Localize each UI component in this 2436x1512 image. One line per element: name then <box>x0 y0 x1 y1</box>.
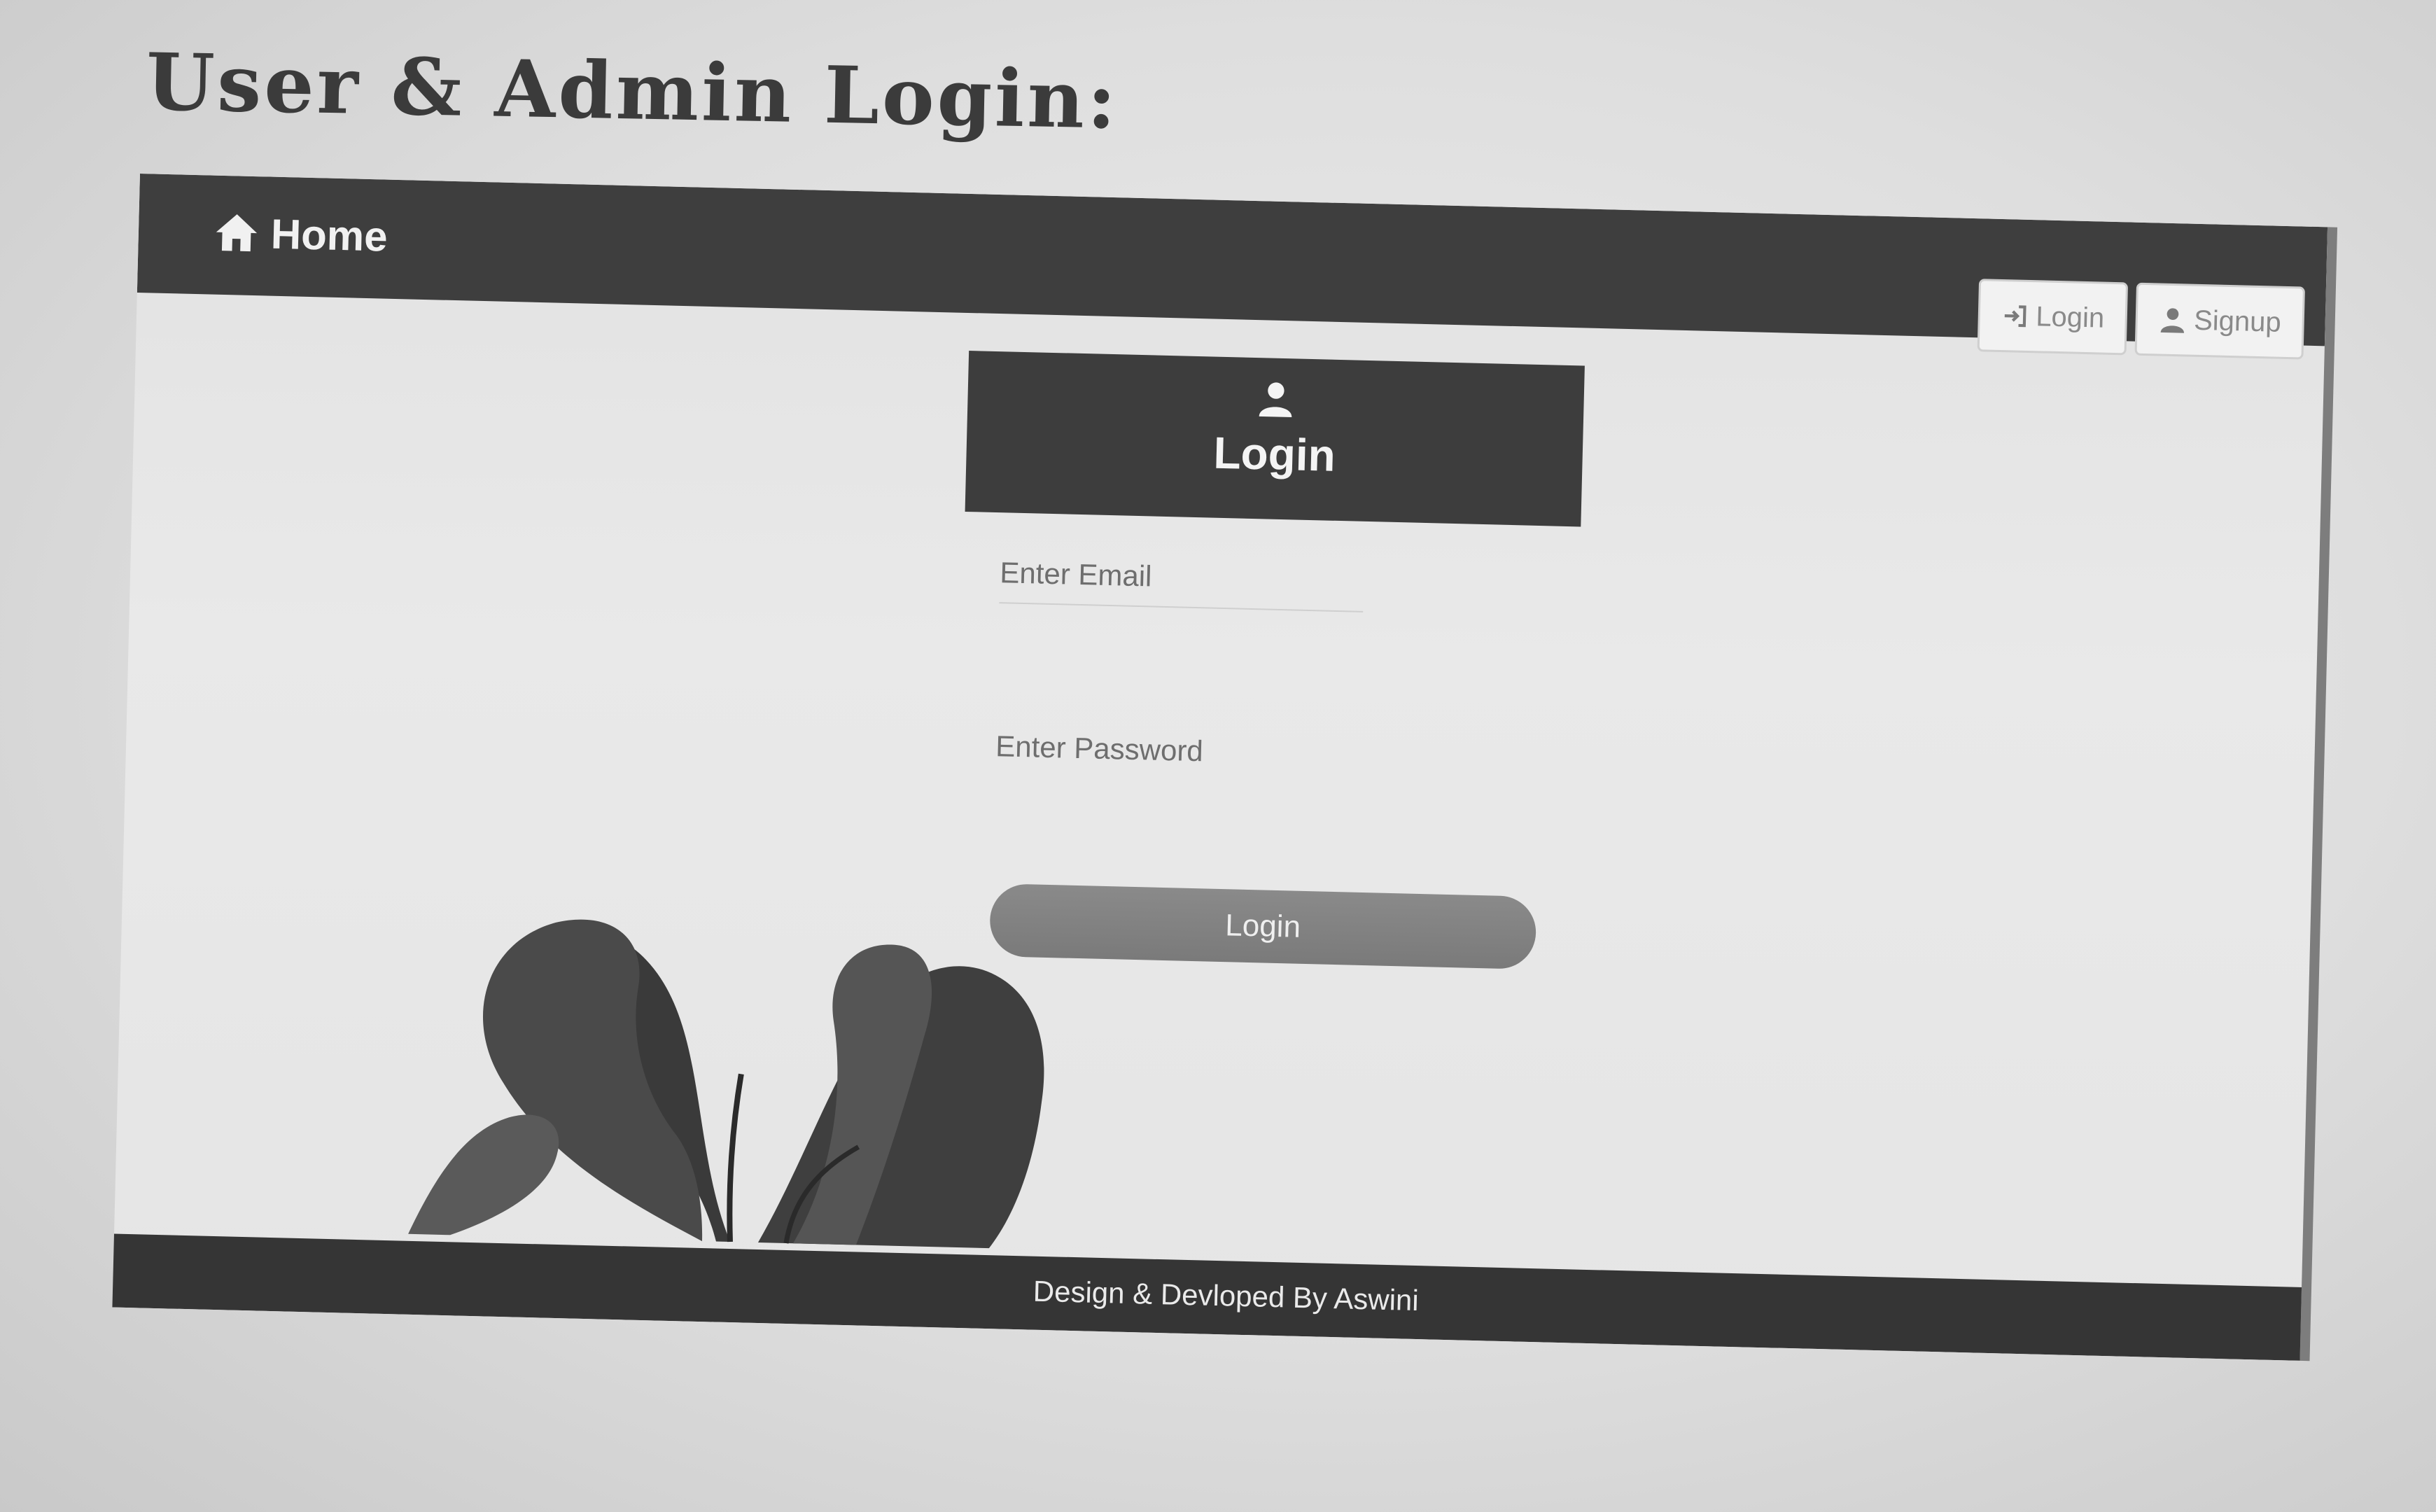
home-icon <box>216 214 258 252</box>
footer: Design & Devloped By Aswini <box>112 1233 2338 1362</box>
nav-buttons: Login Signup <box>1977 279 2305 360</box>
navbar: Home Login Signup <box>136 174 2328 360</box>
login-card-title: Login <box>1212 427 1336 481</box>
nav-signup-button[interactable]: Signup <box>2134 282 2305 360</box>
app-screenshot: Home Login Signup Login Enter Email Logi… <box>112 174 2338 1362</box>
nav-home-label: Home <box>270 210 388 260</box>
footer-credit: Design & Devloped By Aswini <box>1032 1274 1420 1317</box>
login-card-header: Login <box>965 351 1585 527</box>
user-icon <box>2161 308 2185 333</box>
nav-login-label: Login <box>2035 300 2105 334</box>
nav-login-button[interactable]: Login <box>1977 279 2129 356</box>
password-field[interactable] <box>995 722 1361 786</box>
email-field[interactable] <box>999 549 1365 612</box>
printed-page: User & Admin Login: Home Login Signup Lo… <box>0 0 2436 1512</box>
user-icon <box>1259 382 1292 417</box>
login-submit-button[interactable]: Login <box>989 883 1537 970</box>
nav-home-link[interactable]: Home <box>211 208 388 261</box>
document-heading: User & Admin Login: <box>145 36 1120 147</box>
login-card: Login Login <box>954 351 1585 970</box>
sign-in-icon <box>2004 305 2026 328</box>
nav-signup-label: Signup <box>2193 304 2282 338</box>
